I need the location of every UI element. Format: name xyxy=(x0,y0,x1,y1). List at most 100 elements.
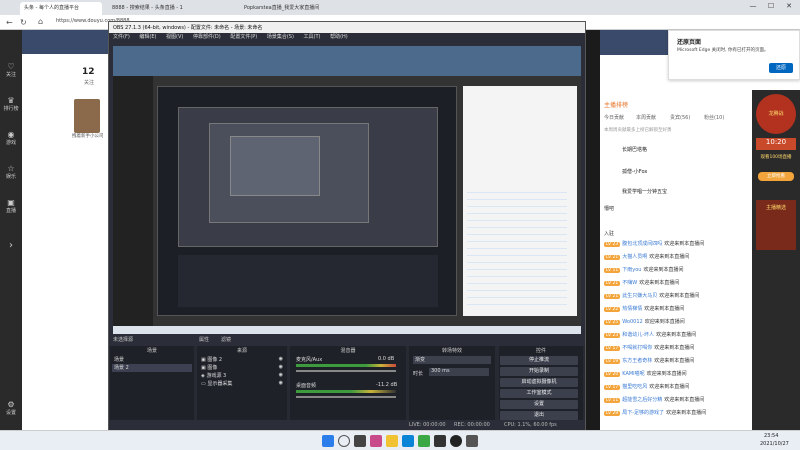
restore-button[interactable]: 还原 xyxy=(769,63,793,73)
menu-profile[interactable]: 配置文件(P) xyxy=(230,34,257,40)
obs-icon[interactable] xyxy=(450,435,462,447)
close-button[interactable]: ✕ xyxy=(782,2,796,13)
gamepad-icon: ◉ xyxy=(7,130,15,139)
eye-icon[interactable]: ◉ xyxy=(279,372,283,378)
search-icon[interactable] xyxy=(338,435,350,447)
chat-username[interactable]: 东方王者奇林 xyxy=(622,358,652,364)
chat-username[interactable]: KAMI喵呢 xyxy=(622,371,644,377)
app-icon[interactable] xyxy=(466,435,478,447)
chat-username[interactable]: 超能雪之后好分精 xyxy=(622,397,662,403)
start-icon[interactable] xyxy=(322,435,334,447)
menu-scenes[interactable]: 场景集合(S) xyxy=(267,34,294,40)
event-badge[interactable]: 龙腾战 xyxy=(756,94,796,134)
rank-tab[interactable]: 粉丝(10) xyxy=(704,114,724,121)
source-item[interactable]: ▭ 显示器采集 ◉ xyxy=(201,380,283,388)
sidebar-item-live[interactable]: ▣ 直播 xyxy=(3,198,19,220)
source-label: 图像 2 xyxy=(207,357,223,363)
studio-mode-button[interactable]: 工作室模式 xyxy=(500,389,578,398)
menu-file[interactable]: 文件(F) xyxy=(113,34,130,40)
chat-username[interactable]: 热情梯情 xyxy=(622,306,642,312)
app-icon[interactable] xyxy=(434,435,446,447)
clock-time[interactable]: 23:54 xyxy=(764,433,778,439)
chat-text: 欢迎来到本直播间 xyxy=(659,293,700,299)
browser-tab-2[interactable]: 8888 - 搜索结果 - 头条直播 - 1 xyxy=(108,2,196,15)
expand-sidebar-icon[interactable]: › xyxy=(3,240,19,270)
level-badge: LV 19 xyxy=(604,359,621,364)
wechat-icon[interactable] xyxy=(418,435,430,447)
event-button[interactable]: 立即抢看 xyxy=(758,172,794,181)
rank-tab[interactable]: 今日贡献 xyxy=(604,114,624,121)
sidebar-item-follow[interactable]: ♡ 关注 xyxy=(3,62,19,84)
chat-message: LV 11 下雨you 欢迎来到本直播间 xyxy=(604,266,736,277)
exit-button[interactable]: 退出 xyxy=(500,411,578,420)
scene-item[interactable]: 场景 2 xyxy=(112,364,192,372)
nested-obs-frame xyxy=(157,86,457,316)
eye-icon[interactable]: ◉ xyxy=(279,356,283,362)
eye-icon[interactable]: ◉ xyxy=(279,380,283,386)
refresh-icon[interactable]: ↻ xyxy=(20,18,27,27)
duration-input[interactable]: 300 ms xyxy=(429,368,489,376)
chat-username[interactable]: 猫里吃吃风 xyxy=(622,384,647,390)
chat-username[interactable]: 不喝就打喝你 xyxy=(622,345,652,351)
rank-tab[interactable]: 贵宾(56) xyxy=(670,114,690,121)
eye-icon[interactable]: ◉ xyxy=(279,364,283,370)
menu-docks[interactable]: 停靠部件(D) xyxy=(193,34,221,40)
streamer-avatar[interactable] xyxy=(74,99,100,133)
home-icon[interactable]: ⌂ xyxy=(38,17,43,26)
chat-username[interactable]: Wo0012 xyxy=(622,319,642,325)
maximize-button[interactable]: ☐ xyxy=(764,2,778,13)
rank-user[interactable]: 长期巴塔格 xyxy=(622,146,647,153)
start-recording-button[interactable]: 开始录制 xyxy=(500,367,578,376)
minimize-button[interactable]: — xyxy=(746,2,760,13)
properties-button[interactable]: 属性 xyxy=(199,336,209,343)
rank-user[interactable]: 孤僧-小Fox xyxy=(622,168,647,175)
stop-streaming-button[interactable]: 停止推流 xyxy=(500,356,578,365)
sidebar-item-settings[interactable]: ⚙ 设置 xyxy=(3,400,19,422)
restore-popup: 还原页面 Microsoft Edge 关闭时, 你有已打开的页面。 还原 xyxy=(668,30,800,80)
sidebar-item-rank[interactable]: ♛ 排行榜 xyxy=(3,96,19,118)
transition-select[interactable]: 渐变 xyxy=(413,356,491,364)
source-label: 图像 xyxy=(207,365,218,371)
chat-username[interactable]: 和谐幼儿-坏人 xyxy=(622,332,654,338)
explorer-icon[interactable] xyxy=(386,435,398,447)
back-icon[interactable]: ← xyxy=(6,18,13,27)
level-badge: LV 21 xyxy=(604,294,621,299)
rank-user[interactable]: 我爱学唱一分钟五宝 xyxy=(622,188,667,195)
task-view-icon[interactable] xyxy=(354,435,366,447)
virtual-camera-button[interactable]: 启动虚拟摄像机 xyxy=(500,378,578,387)
mic-volume-slider[interactable] xyxy=(296,370,396,372)
scene-item[interactable]: 场景 xyxy=(112,356,192,364)
promo-badge[interactable]: 主播精选 xyxy=(756,200,796,250)
browser-tab-3[interactable]: Popkarstea直播_我爱大家直播间 xyxy=(240,2,350,15)
desktop-volume-slider[interactable] xyxy=(296,396,396,398)
sidebar-item-ent[interactable]: ☆ 娱乐 xyxy=(3,164,19,186)
sidebar-label: 游戏 xyxy=(5,140,16,146)
clock-date[interactable]: 2021/10/27 xyxy=(760,441,789,447)
widgets-icon[interactable] xyxy=(370,435,382,447)
obs-preview[interactable] xyxy=(113,46,581,342)
sidebar-item-game[interactable]: ◉ 游戏 xyxy=(3,130,19,152)
browser-tab-1[interactable]: 头条 - 每个人的直播平台 xyxy=(20,2,102,15)
source-item[interactable]: ◈ 游戏源 3 ◉ xyxy=(201,372,283,380)
chat-username[interactable]: 腹包北顶成间四吗 xyxy=(622,241,662,247)
preview-banner xyxy=(113,46,581,76)
menu-edit[interactable]: 编辑(E) xyxy=(139,34,156,40)
tv-icon: ▣ xyxy=(7,198,15,207)
chat-username[interactable]: 下雨you xyxy=(622,267,641,273)
chat-username[interactable]: 此生只嫌大马贝 xyxy=(622,293,657,299)
menu-help[interactable]: 帮助(H) xyxy=(330,34,348,40)
source-item[interactable]: ▣ 图像 2 ◉ xyxy=(201,356,283,364)
settings-button[interactable]: 设置 xyxy=(500,400,578,409)
chat-username[interactable]: 大猫人员啊 xyxy=(622,254,647,260)
chat-message: LV 17 不喝就打喝你 欢迎来到本直播间 xyxy=(604,344,736,355)
edge-icon[interactable] xyxy=(402,435,414,447)
rank-tab[interactable]: 本周贡献 xyxy=(636,114,656,121)
menu-view[interactable]: 视图(V) xyxy=(166,34,183,40)
source-item[interactable]: ▣ 图像 ◉ xyxy=(201,364,283,372)
chat-username[interactable]: 局下-足够的游戏了 xyxy=(622,410,664,416)
chat-username[interactable]: 不嗨W xyxy=(622,280,637,286)
chat-text: 欢迎来到本直播间 xyxy=(654,358,695,364)
chat-text: 欢迎来到本直播间 xyxy=(654,345,695,351)
filters-button[interactable]: 滤镜 xyxy=(221,336,231,343)
menu-tools[interactable]: 工具(T) xyxy=(304,34,321,40)
